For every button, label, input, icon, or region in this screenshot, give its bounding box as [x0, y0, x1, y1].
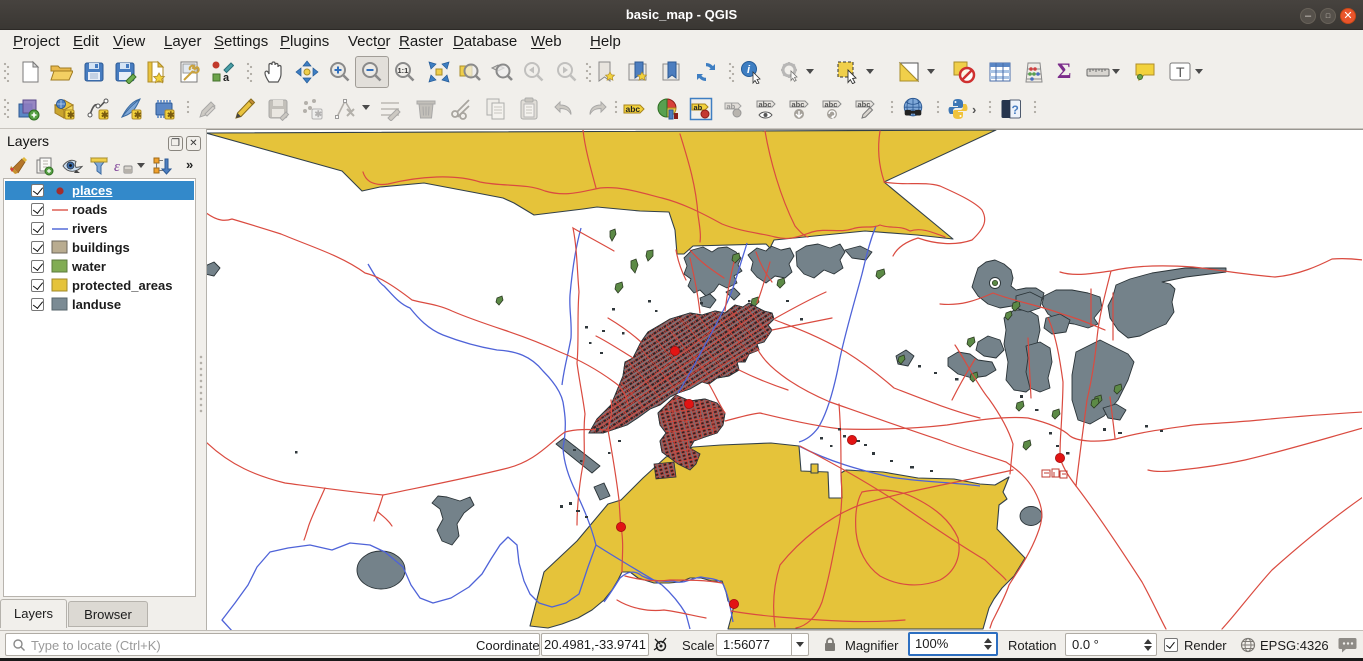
svg-text:T: T [1176, 64, 1185, 80]
svg-text:✱: ✱ [167, 110, 175, 120]
svg-text:1:1: 1:1 [398, 66, 409, 75]
svg-text:abc: abc [759, 100, 772, 109]
svg-text:abc: abc [626, 104, 641, 114]
svg-text:✱: ✱ [67, 110, 75, 120]
svg-text:ε: ε [114, 159, 120, 175]
svg-text:a: a [223, 72, 230, 84]
svg-text:✱: ✱ [134, 110, 142, 120]
svg-text:abc: abc [792, 100, 805, 109]
svg-text:ab: ab [694, 103, 703, 112]
svg-text:✱: ✱ [101, 110, 109, 120]
svg-text:✱: ✱ [315, 109, 323, 119]
svg-text:abc: abc [858, 100, 871, 109]
svg-text:abc: abc [825, 100, 838, 109]
svg-text:?: ? [1012, 103, 1019, 117]
